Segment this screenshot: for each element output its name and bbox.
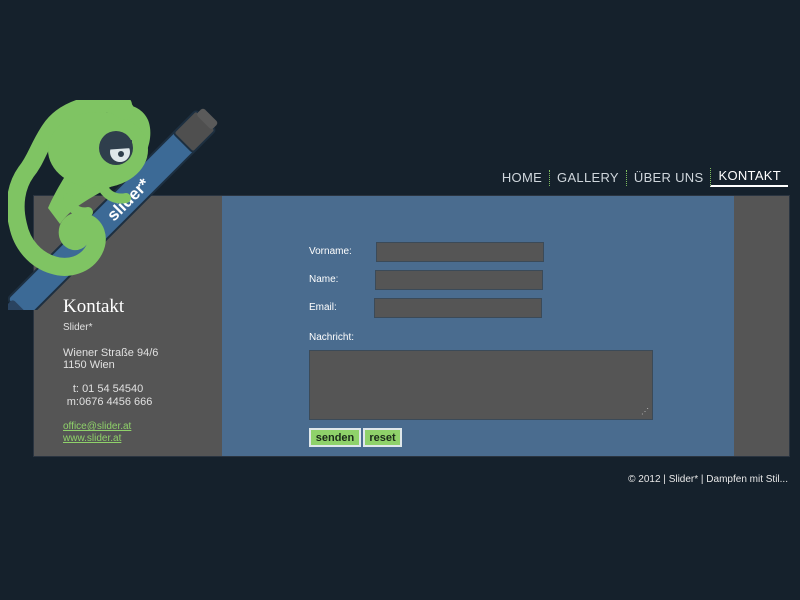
- reset-button[interactable]: reset: [363, 428, 402, 447]
- web-link[interactable]: www.slider.at: [63, 433, 223, 445]
- contact-title: Kontakt: [63, 296, 125, 317]
- resize-grip-icon[interactable]: ⋰: [641, 408, 649, 416]
- vorname-input[interactable]: [376, 242, 544, 262]
- name-label: Name:: [309, 274, 339, 285]
- street: Wiener Straße 94/6: [63, 347, 159, 359]
- nav-kontakt[interactable]: KONTAKT: [710, 168, 788, 187]
- mobile-number: 0676 4456 666: [79, 396, 153, 408]
- vorname-label: Vorname:: [309, 246, 352, 257]
- nachricht-label: Nachricht:: [309, 332, 355, 343]
- phone-label: t:: [72, 383, 79, 395]
- name-input[interactable]: [375, 270, 543, 290]
- footer-text: © 2012 | Slider* | Dampfen mit Stil...: [628, 474, 788, 485]
- right-column: [734, 196, 789, 456]
- nachricht-textarea[interactable]: ⋰: [309, 350, 653, 420]
- city: 1150 Wien: [63, 359, 115, 371]
- phone-block: t: 01 54 54540 m:0676 4456 666: [63, 383, 223, 409]
- contact-info: Kontakt Slider* Wiener Straße 94/6 1150 …: [63, 296, 223, 445]
- email-input[interactable]: [374, 298, 542, 318]
- nav-home[interactable]: HOME: [495, 170, 549, 186]
- mobile-label: m:: [66, 396, 79, 408]
- chameleon-logo-icon[interactable]: slider*: [8, 100, 223, 310]
- phone-number: 01 54 54540: [82, 383, 144, 395]
- address: Wiener Straße 94/6 1150 Wien: [63, 347, 223, 371]
- nav-gallery[interactable]: GALLERY: [549, 169, 626, 186]
- company-name: Slider*: [63, 322, 93, 333]
- nav-ueber-uns[interactable]: ÜBER UNS: [625, 169, 711, 186]
- email-link[interactable]: office@slider.at: [63, 421, 223, 433]
- main-nav: HOME GALLERY ÜBER UNS KONTAKT: [495, 168, 788, 187]
- email-label: Email:: [309, 302, 337, 313]
- submit-button[interactable]: senden: [309, 428, 361, 447]
